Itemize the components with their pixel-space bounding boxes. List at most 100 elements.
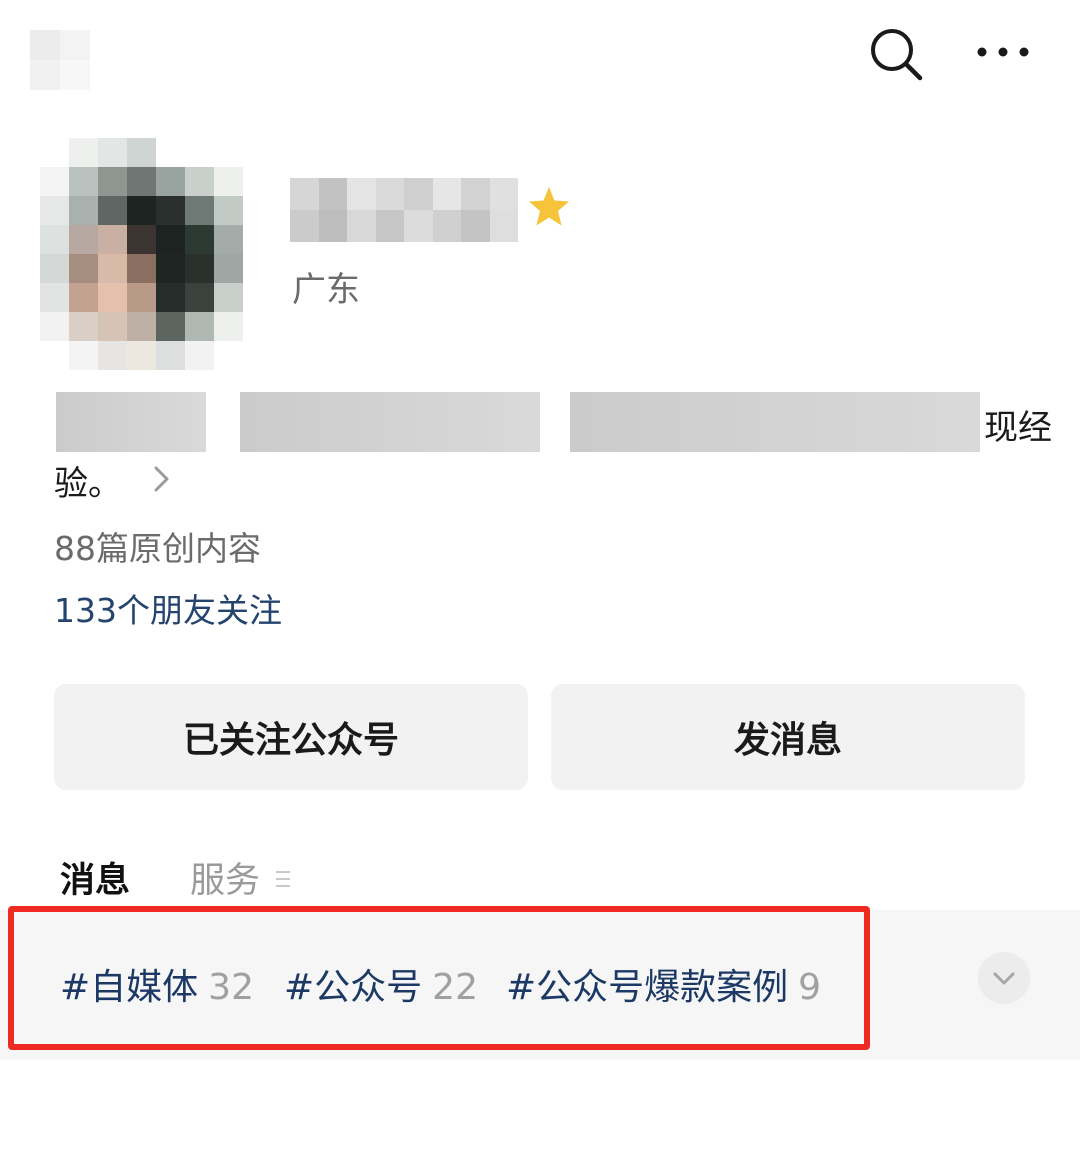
- avatar-pixel: [243, 196, 272, 225]
- avatar-pixel: [127, 283, 156, 312]
- bio-line2: 验。: [54, 464, 122, 504]
- name-pixel: [347, 178, 376, 210]
- avatar-pixel: [127, 167, 156, 196]
- followed-account-button[interactable]: 已关注公众号: [54, 684, 528, 790]
- avatar-pixel: [156, 138, 185, 167]
- avatar-pixel: [156, 196, 185, 225]
- avatar-pixel: [185, 254, 214, 283]
- avatar-pixel: [156, 341, 185, 370]
- avatar-pixel: [40, 312, 69, 341]
- expand-tags-button[interactable]: [978, 952, 1030, 1004]
- name-pixel: [432, 178, 461, 210]
- avatar-pixel: [69, 283, 98, 312]
- friends-follow-link[interactable]: 133个朋友关注: [54, 584, 282, 632]
- chevron-down-icon: [993, 972, 1015, 985]
- avatar[interactable]: [40, 138, 272, 370]
- avatar-pixel: [185, 312, 214, 341]
- avatar-pixel: [214, 312, 243, 341]
- avatar-pixel: [185, 138, 214, 167]
- name-pixel: [489, 178, 518, 210]
- avatar-pixel: [69, 196, 98, 225]
- avatar-pixel: [185, 167, 214, 196]
- avatar-pixel: [69, 138, 98, 167]
- avatar-pixel: [98, 167, 127, 196]
- back-button[interactable]: [30, 30, 90, 90]
- avatar-pixel: [243, 167, 272, 196]
- avatar-pixel: [214, 254, 243, 283]
- bio-line1-tail: 现经: [984, 408, 1052, 448]
- avatar-pixel: [243, 312, 272, 341]
- highlight-annotation-box: [8, 906, 870, 1050]
- avatar-pixel: [127, 341, 156, 370]
- avatar-pixel: [156, 167, 185, 196]
- name-pixel: [318, 210, 347, 242]
- bio-blur-segment: [240, 392, 540, 452]
- avatar-pixel: [156, 283, 185, 312]
- name-pixel: [489, 210, 518, 242]
- avatar-pixel: [98, 283, 127, 312]
- content-card: [22, 1070, 1058, 1150]
- menu-lines-icon: [276, 871, 290, 887]
- name-pixel: [290, 210, 319, 242]
- search-icon[interactable]: [868, 26, 924, 82]
- avatar-pixel: [156, 225, 185, 254]
- avatar-pixel: [214, 196, 243, 225]
- avatar-pixel: [127, 138, 156, 167]
- avatar-pixel: [98, 254, 127, 283]
- avatar-pixel: [127, 254, 156, 283]
- avatar-pixel: [243, 225, 272, 254]
- avatar-pixel: [40, 283, 69, 312]
- name-pixel: [347, 210, 376, 242]
- avatar-pixel: [40, 167, 69, 196]
- avatar-pixel: [185, 341, 214, 370]
- name-pixel: [318, 178, 347, 210]
- avatar-pixel: [127, 196, 156, 225]
- avatar-pixel: [214, 225, 243, 254]
- avatar-pixel: [127, 225, 156, 254]
- name-pixel: [404, 178, 433, 210]
- avatar-pixel: [185, 196, 214, 225]
- avatar-pixel: [214, 138, 243, 167]
- avatar-pixel: [214, 341, 243, 370]
- avatar-pixel: [40, 254, 69, 283]
- avatar-pixel: [69, 254, 98, 283]
- avatar-pixel: [98, 312, 127, 341]
- avatar-pixel-grid: [40, 138, 272, 370]
- avatar-pixel: [214, 167, 243, 196]
- avatar-pixel: [156, 312, 185, 341]
- avatar-pixel: [69, 341, 98, 370]
- avatar-pixel: [40, 138, 69, 167]
- account-name-blurred: [290, 178, 518, 242]
- bio-blur-segment: [56, 392, 206, 452]
- region-label: 广东: [292, 270, 360, 310]
- name-pixel: [375, 210, 404, 242]
- star-icon: [529, 187, 569, 226]
- avatar-pixel: [156, 254, 185, 283]
- tab-messages[interactable]: 消息: [60, 852, 130, 903]
- avatar-pixel: [69, 225, 98, 254]
- avatar-pixel: [98, 196, 127, 225]
- avatar-pixel: [243, 283, 272, 312]
- avatar-pixel: [40, 225, 69, 254]
- avatar-pixel: [185, 283, 214, 312]
- avatar-pixel: [214, 283, 243, 312]
- more-icon[interactable]: [972, 30, 1036, 74]
- avatar-pixel: [185, 225, 214, 254]
- name-pixel: [461, 210, 490, 242]
- chevron-right-icon[interactable]: [148, 462, 176, 496]
- avatar-pixel: [127, 312, 156, 341]
- avatar-pixel: [40, 341, 69, 370]
- name-pixel: [375, 178, 404, 210]
- bio-blur-segment: [570, 392, 980, 452]
- avatar-pixel: [40, 196, 69, 225]
- avatar-pixel: [243, 341, 272, 370]
- avatar-pixel: [69, 167, 98, 196]
- tab-services[interactable]: 服务: [190, 852, 260, 903]
- name-pixel: [461, 178, 490, 210]
- avatar-pixel: [243, 138, 272, 167]
- avatar-pixel: [98, 341, 127, 370]
- name-pixel: [404, 210, 433, 242]
- send-message-button[interactable]: 发消息: [551, 684, 1025, 790]
- name-pixel: [432, 210, 461, 242]
- avatar-pixel: [243, 254, 272, 283]
